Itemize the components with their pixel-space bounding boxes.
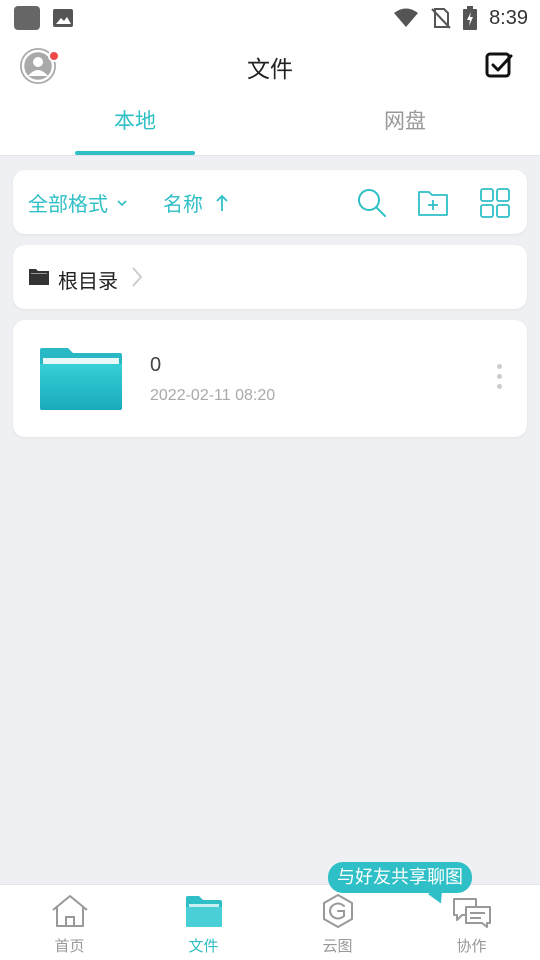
share-chat-tooltip[interactable]: 与好友共享聊图 — [328, 862, 472, 893]
nav-home-label: 首页 — [54, 937, 85, 955]
format-filter-dropdown[interactable]: 全部格式 — [28, 188, 128, 217]
tab-local[interactable]: 本地 — [0, 96, 270, 156]
clock: 8:39 — [489, 6, 528, 29]
breadcrumb-root[interactable]: 根目录 — [58, 265, 118, 294]
file-date: 2022-02-11 08:20 — [150, 387, 276, 404]
folder-icon — [29, 269, 49, 285]
checkbox-select-icon[interactable] — [484, 50, 514, 80]
battery-charging-icon — [463, 6, 478, 30]
sort-button[interactable]: 名称 — [163, 188, 229, 217]
top-bar: 文件 — [0, 36, 540, 96]
no-sim-icon — [431, 8, 451, 29]
nav-cloud-gallery[interactable]: 云图 — [270, 885, 405, 960]
chevron-right-icon — [132, 267, 143, 287]
sort-label: 名称 — [163, 192, 203, 216]
new-folder-icon[interactable] — [417, 187, 449, 219]
app-icon — [14, 6, 40, 30]
file-name: 0 — [150, 354, 162, 376]
page-title: 文件 — [247, 57, 293, 83]
search-icon[interactable] — [356, 187, 388, 219]
bottom-navigation: 首页 文件 云图 协作 — [0, 884, 540, 960]
tab-cloud-drive[interactable]: 网盘 — [270, 96, 540, 156]
arrow-up-icon — [216, 194, 228, 211]
nav-cloud-gallery-label: 云图 — [322, 937, 353, 955]
chevron-down-icon — [117, 199, 127, 206]
image-icon — [53, 9, 73, 27]
status-bar: 8:39 — [0, 0, 540, 36]
format-filter-label: 全部格式 — [28, 192, 108, 216]
folder-icon — [40, 348, 122, 410]
tab-bar: 本地 网盘 — [0, 96, 540, 156]
nav-collaboration-label: 协作 — [456, 937, 487, 955]
nav-files[interactable]: 文件 — [136, 885, 271, 960]
breadcrumb: 根目录 — [13, 245, 527, 309]
nav-home[interactable]: 首页 — [2, 885, 137, 960]
more-options-icon[interactable] — [495, 364, 503, 394]
home-icon — [52, 895, 88, 927]
tab-indicator — [75, 151, 195, 155]
file-toolbar: 全部格式 名称 — [13, 170, 527, 234]
file-list-item[interactable]: 0 2022-02-11 08:20 — [13, 320, 527, 437]
folder-icon — [186, 896, 222, 927]
grid-view-icon[interactable] — [479, 187, 511, 219]
wifi-icon — [394, 8, 419, 27]
nav-collaboration[interactable]: 协作 — [404, 885, 539, 960]
nav-files-label: 文件 — [188, 937, 219, 955]
chat-bubbles-icon — [453, 898, 491, 928]
cloud-gallery-icon — [323, 894, 353, 928]
